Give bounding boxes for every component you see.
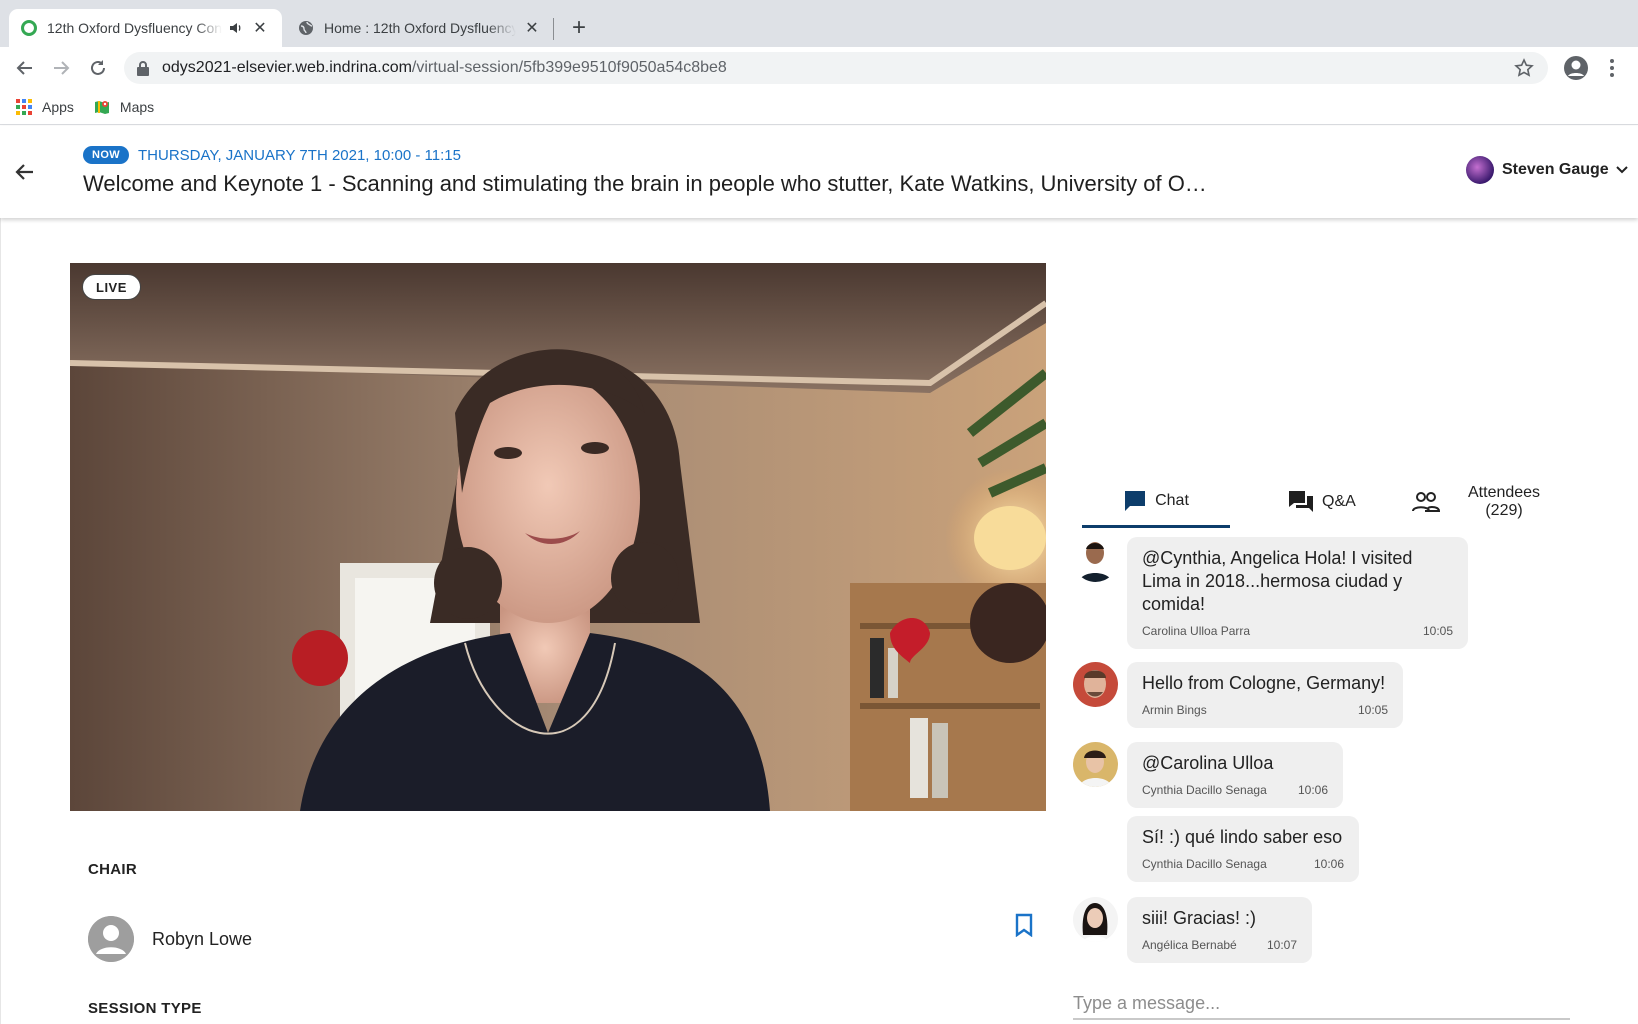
attendees-label: Attendees (229) xyxy=(1468,484,1541,519)
chat-bubble-icon xyxy=(1125,490,1146,511)
maps-icon xyxy=(94,100,109,114)
message-time: 10:05 xyxy=(1357,703,1388,717)
message-time: 10:07 xyxy=(1266,938,1297,952)
avatar-placeholder-icon xyxy=(88,916,134,962)
session-header: NOW THURSDAY, JANUARY 7TH 2021, 10:00 - … xyxy=(0,126,1638,218)
apps-grid-icon xyxy=(16,98,32,115)
user-name: Steven Gauge xyxy=(1502,161,1609,178)
browser-tab-inactive[interactable]: Home : 12th Oxford Dysfluency Conference… xyxy=(286,9,554,47)
avatar xyxy=(1073,662,1118,707)
address-bar[interactable]: odys2021-elsevier.web.indrina.com/virtua… xyxy=(124,52,1548,84)
bookmark-apps[interactable]: Apps xyxy=(16,98,74,115)
chair-name: Robyn Lowe xyxy=(152,928,253,949)
avatar xyxy=(1073,742,1118,787)
message-text: Sí! :) qué lindo saber eso xyxy=(1142,827,1343,847)
tab-close-icon[interactable]: ✕ xyxy=(522,18,542,38)
bookmark-label: Maps xyxy=(119,98,155,115)
site-favicon-icon xyxy=(21,20,37,36)
back-arrow-icon[interactable] xyxy=(12,159,38,185)
bookmark-label: Apps xyxy=(42,98,74,115)
forward-arrow-icon[interactable] xyxy=(48,55,74,81)
message-author: Carolina Ulloa Parra xyxy=(1142,624,1251,638)
chair-row[interactable]: Robyn Lowe xyxy=(88,916,252,962)
message-author: Cynthia Dacillo Senaga xyxy=(1142,783,1267,797)
video-frame xyxy=(70,263,1046,811)
video-player[interactable]: LIVE xyxy=(70,263,1046,811)
profile-icon[interactable] xyxy=(1563,55,1589,81)
browser-tab-active[interactable]: 12th Oxford Dysfluency Conference ✕ xyxy=(9,9,282,47)
qa-bubbles-icon xyxy=(1289,491,1313,512)
user-avatar xyxy=(1466,156,1494,184)
bookmark-icon[interactable] xyxy=(1014,913,1034,937)
avatar xyxy=(1073,537,1118,582)
chat-message: @Carolina Ulloa Cynthia Dacillo Senaga 10… xyxy=(1073,742,1343,808)
tab-title: Home : 12th Oxford Dysfluency Conference xyxy=(324,20,516,36)
message-input[interactable] xyxy=(1073,988,1570,1020)
message-bubble: Sí! :) qué lindo saber eso Cynthia Dacil… xyxy=(1127,816,1359,882)
message-author: Angélica Bernabé xyxy=(1142,938,1237,952)
message-bubble: siii! Gracias! :) Angélica Bernabé 10:07 xyxy=(1127,897,1312,963)
back-arrow-icon[interactable] xyxy=(12,55,38,81)
globe-icon xyxy=(299,21,313,35)
message-time: 10:06 xyxy=(1297,783,1328,797)
tab-separator xyxy=(553,18,554,40)
chat-tabs: Chat Q&A Attendees (229) xyxy=(1082,476,1582,528)
tab-label: Chat xyxy=(1155,491,1189,509)
chevron-down-icon xyxy=(1615,166,1628,174)
url-path: /virtual-session/5fb399e9510f9050a54c8be… xyxy=(411,59,727,76)
bookmarks-bar: Apps Maps xyxy=(0,89,1638,125)
live-badge: LIVE xyxy=(82,274,141,300)
people-icon xyxy=(1412,492,1440,512)
message-text: @Cynthia, Angelica Hola! I visited Lima … xyxy=(1142,548,1413,614)
chat-message: @Cynthia, Angelica Hola! I visited Lima … xyxy=(1073,537,1468,649)
tab-close-icon[interactable]: ✕ xyxy=(250,18,270,38)
session-type-label: SESSION TYPE xyxy=(88,1000,202,1017)
message-bubble: @Carolina Ulloa Cynthia Dacillo Senaga 10… xyxy=(1127,742,1343,808)
message-text: siii! Gracias! :) xyxy=(1142,908,1257,928)
message-text: @Carolina Ulloa xyxy=(1142,753,1274,773)
avatar xyxy=(1073,897,1118,942)
browser-tab-strip: 12th Oxford Dysfluency Conference ✕ Home… xyxy=(0,0,1638,47)
tab-chat[interactable]: Chat xyxy=(1082,476,1230,528)
message-author: Armin Bings xyxy=(1142,703,1207,717)
tab-label: Q&A xyxy=(1322,493,1356,510)
speaker-icon[interactable] xyxy=(228,20,244,36)
browser-toolbar: odys2021-elsevier.web.indrina.com/virtua… xyxy=(0,47,1638,89)
session-date: THURSDAY, JANUARY 7TH 2021, 10:00 - 11:1… xyxy=(138,147,461,164)
message-bubble: @Cynthia, Angelica Hola! I visited Lima … xyxy=(1127,537,1468,649)
message-text: Hello from Cologne, Germany! xyxy=(1142,673,1386,693)
chat-message: Hello from Cologne, Germany! Armin Bings… xyxy=(1073,662,1403,728)
chat-message: siii! Gracias! :) Angélica Bernabé 10:07 xyxy=(1073,897,1312,963)
bookmark-star-icon[interactable] xyxy=(1514,58,1534,78)
browser-menu-icon[interactable] xyxy=(1602,55,1622,81)
url-domain: odys2021-elsevier.web.indrina.com xyxy=(162,59,412,76)
reload-icon[interactable] xyxy=(85,55,111,81)
message-bubble: Hello from Cologne, Germany! Armin Bings… xyxy=(1127,662,1403,728)
message-time: 10:06 xyxy=(1313,857,1344,871)
message-time: 10:05 xyxy=(1422,624,1453,638)
tab-attendees[interactable]: Attendees (229) xyxy=(1412,476,1540,528)
new-tab-plus-icon[interactable]: + xyxy=(567,14,591,42)
chat-message: Sí! :) qué lindo saber eso Cynthia Dacil… xyxy=(1127,816,1359,882)
tab-title: 12th Oxford Dysfluency Conference xyxy=(47,20,222,36)
chair-label: CHAIR xyxy=(88,861,137,878)
user-menu[interactable]: Steven Gauge xyxy=(1466,156,1629,184)
message-author: Cynthia Dacillo Senaga xyxy=(1142,857,1267,871)
session-title: Welcome and Keynote 1 - Scanning and sti… xyxy=(83,171,1207,196)
bookmark-maps[interactable]: Maps xyxy=(94,99,154,115)
tab-qa[interactable]: Q&A xyxy=(1288,476,1356,528)
now-badge: NOW xyxy=(83,146,130,164)
lock-icon[interactable] xyxy=(136,60,150,76)
